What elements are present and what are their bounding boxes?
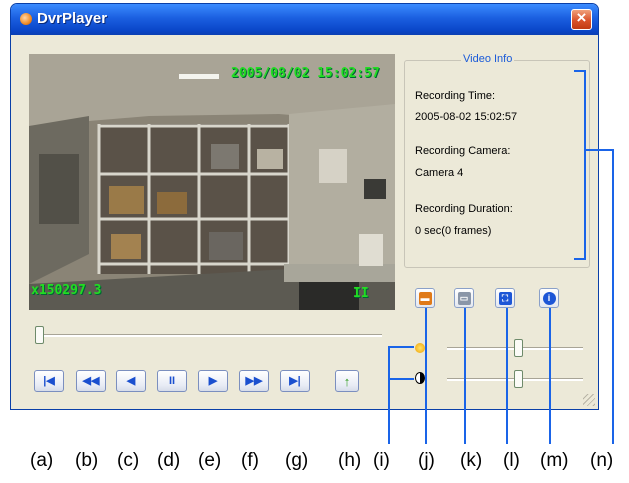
title-bar[interactable]: DvrPlayer ×	[11, 4, 598, 35]
label-n: (n)	[590, 450, 614, 471]
callout-line-j	[425, 308, 427, 444]
save-image-button[interactable]: ▬	[415, 288, 435, 308]
callout-brace-n-bottom	[574, 258, 586, 260]
video-zoom-overlay: x150297.3	[31, 283, 102, 298]
label-f: (f)	[241, 450, 259, 471]
label-b: (b)	[75, 450, 99, 471]
close-button[interactable]: ×	[571, 8, 592, 30]
seek-slider-thumb[interactable]	[35, 326, 44, 344]
callout-tick-i-top	[388, 346, 414, 348]
callout-line-l	[506, 308, 508, 444]
callout-line-k	[464, 308, 466, 444]
callout-line-n	[612, 150, 614, 444]
callout-line-i	[388, 346, 390, 444]
seek-slider-track[interactable]	[37, 334, 382, 337]
callout-brace-n	[584, 70, 586, 260]
print-button[interactable]: ▭	[454, 288, 474, 308]
contrast-icon	[415, 372, 425, 384]
label-e: (e)	[198, 450, 222, 471]
label-l: (l)	[503, 450, 520, 471]
fullscreen-button[interactable]: ⛶	[495, 288, 515, 308]
label-a: (a)	[30, 450, 54, 471]
video-timestamp-overlay: 2005/08/02 15:02:57	[231, 66, 380, 81]
resize-grip[interactable]	[583, 394, 595, 406]
label-d: (d)	[157, 450, 181, 471]
window-title: DvrPlayer	[37, 10, 108, 27]
label-g: (g)	[285, 450, 309, 471]
callout-brace-n-top	[574, 70, 586, 72]
skip-to-start-icon: |◀	[43, 374, 55, 387]
recording-duration-value: 0 sec(0 frames)	[415, 225, 492, 237]
recording-camera-label: Recording Camera:	[415, 145, 511, 157]
open-folder-icon: ↑	[343, 373, 351, 389]
recording-camera-value: Camera 4	[415, 167, 464, 179]
rewind-icon: ◀◀	[82, 374, 100, 387]
label-i: (i)	[373, 450, 390, 471]
brightness-sun-icon	[415, 343, 425, 353]
step-back-icon: ◀	[126, 374, 136, 387]
label-k: (k)	[460, 450, 483, 471]
play-icon: ▶	[208, 374, 218, 387]
info-button[interactable]: i	[539, 288, 559, 308]
info-icon: i	[542, 291, 556, 305]
video-info-legend: Video Info	[461, 53, 515, 65]
skip-to-end-icon: ▶|	[289, 374, 301, 387]
play-button[interactable]: ▶	[198, 370, 228, 392]
pause-button[interactable]: II	[157, 370, 187, 392]
fast-forward-icon: ▶▶	[245, 374, 263, 387]
label-c: (c)	[117, 450, 140, 471]
label-m: (m)	[540, 450, 569, 471]
contrast-slider-thumb[interactable]	[514, 370, 523, 388]
skip-to-start-button[interactable]: |◀	[34, 370, 64, 392]
callout-tick-i-bottom	[388, 378, 414, 380]
dvr-player-window: DvrPlayer × 2005/08/02 15:02:57 x150297.…	[10, 3, 599, 410]
video-pause-indicator: II	[353, 286, 369, 301]
pause-icon: II	[168, 374, 176, 387]
video-display: 2005/08/02 15:02:57 x150297.3 II	[29, 54, 395, 310]
close-icon: ×	[576, 8, 587, 27]
callout-line-m	[549, 308, 551, 444]
label-h: (h)	[338, 450, 362, 471]
rewind-button[interactable]: ◀◀	[76, 370, 106, 392]
camera-frame-image	[29, 54, 395, 310]
print-icon: ▭	[457, 291, 471, 305]
fullscreen-icon: ⛶	[498, 291, 512, 305]
skip-to-end-button[interactable]: ▶|	[280, 370, 310, 392]
recording-time-value: 2005-08-02 15:02:57	[415, 111, 518, 123]
dvr-app-icon	[20, 13, 32, 25]
save-icon: ▬	[418, 291, 432, 305]
recording-duration-label: Recording Duration:	[415, 203, 513, 215]
label-j: (j)	[418, 450, 435, 471]
brightness-slider-thumb[interactable]	[514, 339, 523, 357]
callout-tick-n	[586, 149, 614, 151]
step-back-button[interactable]: ◀	[116, 370, 146, 392]
open-file-button[interactable]: ↑	[335, 370, 359, 392]
fast-forward-button[interactable]: ▶▶	[239, 370, 269, 392]
recording-time-label: Recording Time:	[415, 90, 496, 102]
